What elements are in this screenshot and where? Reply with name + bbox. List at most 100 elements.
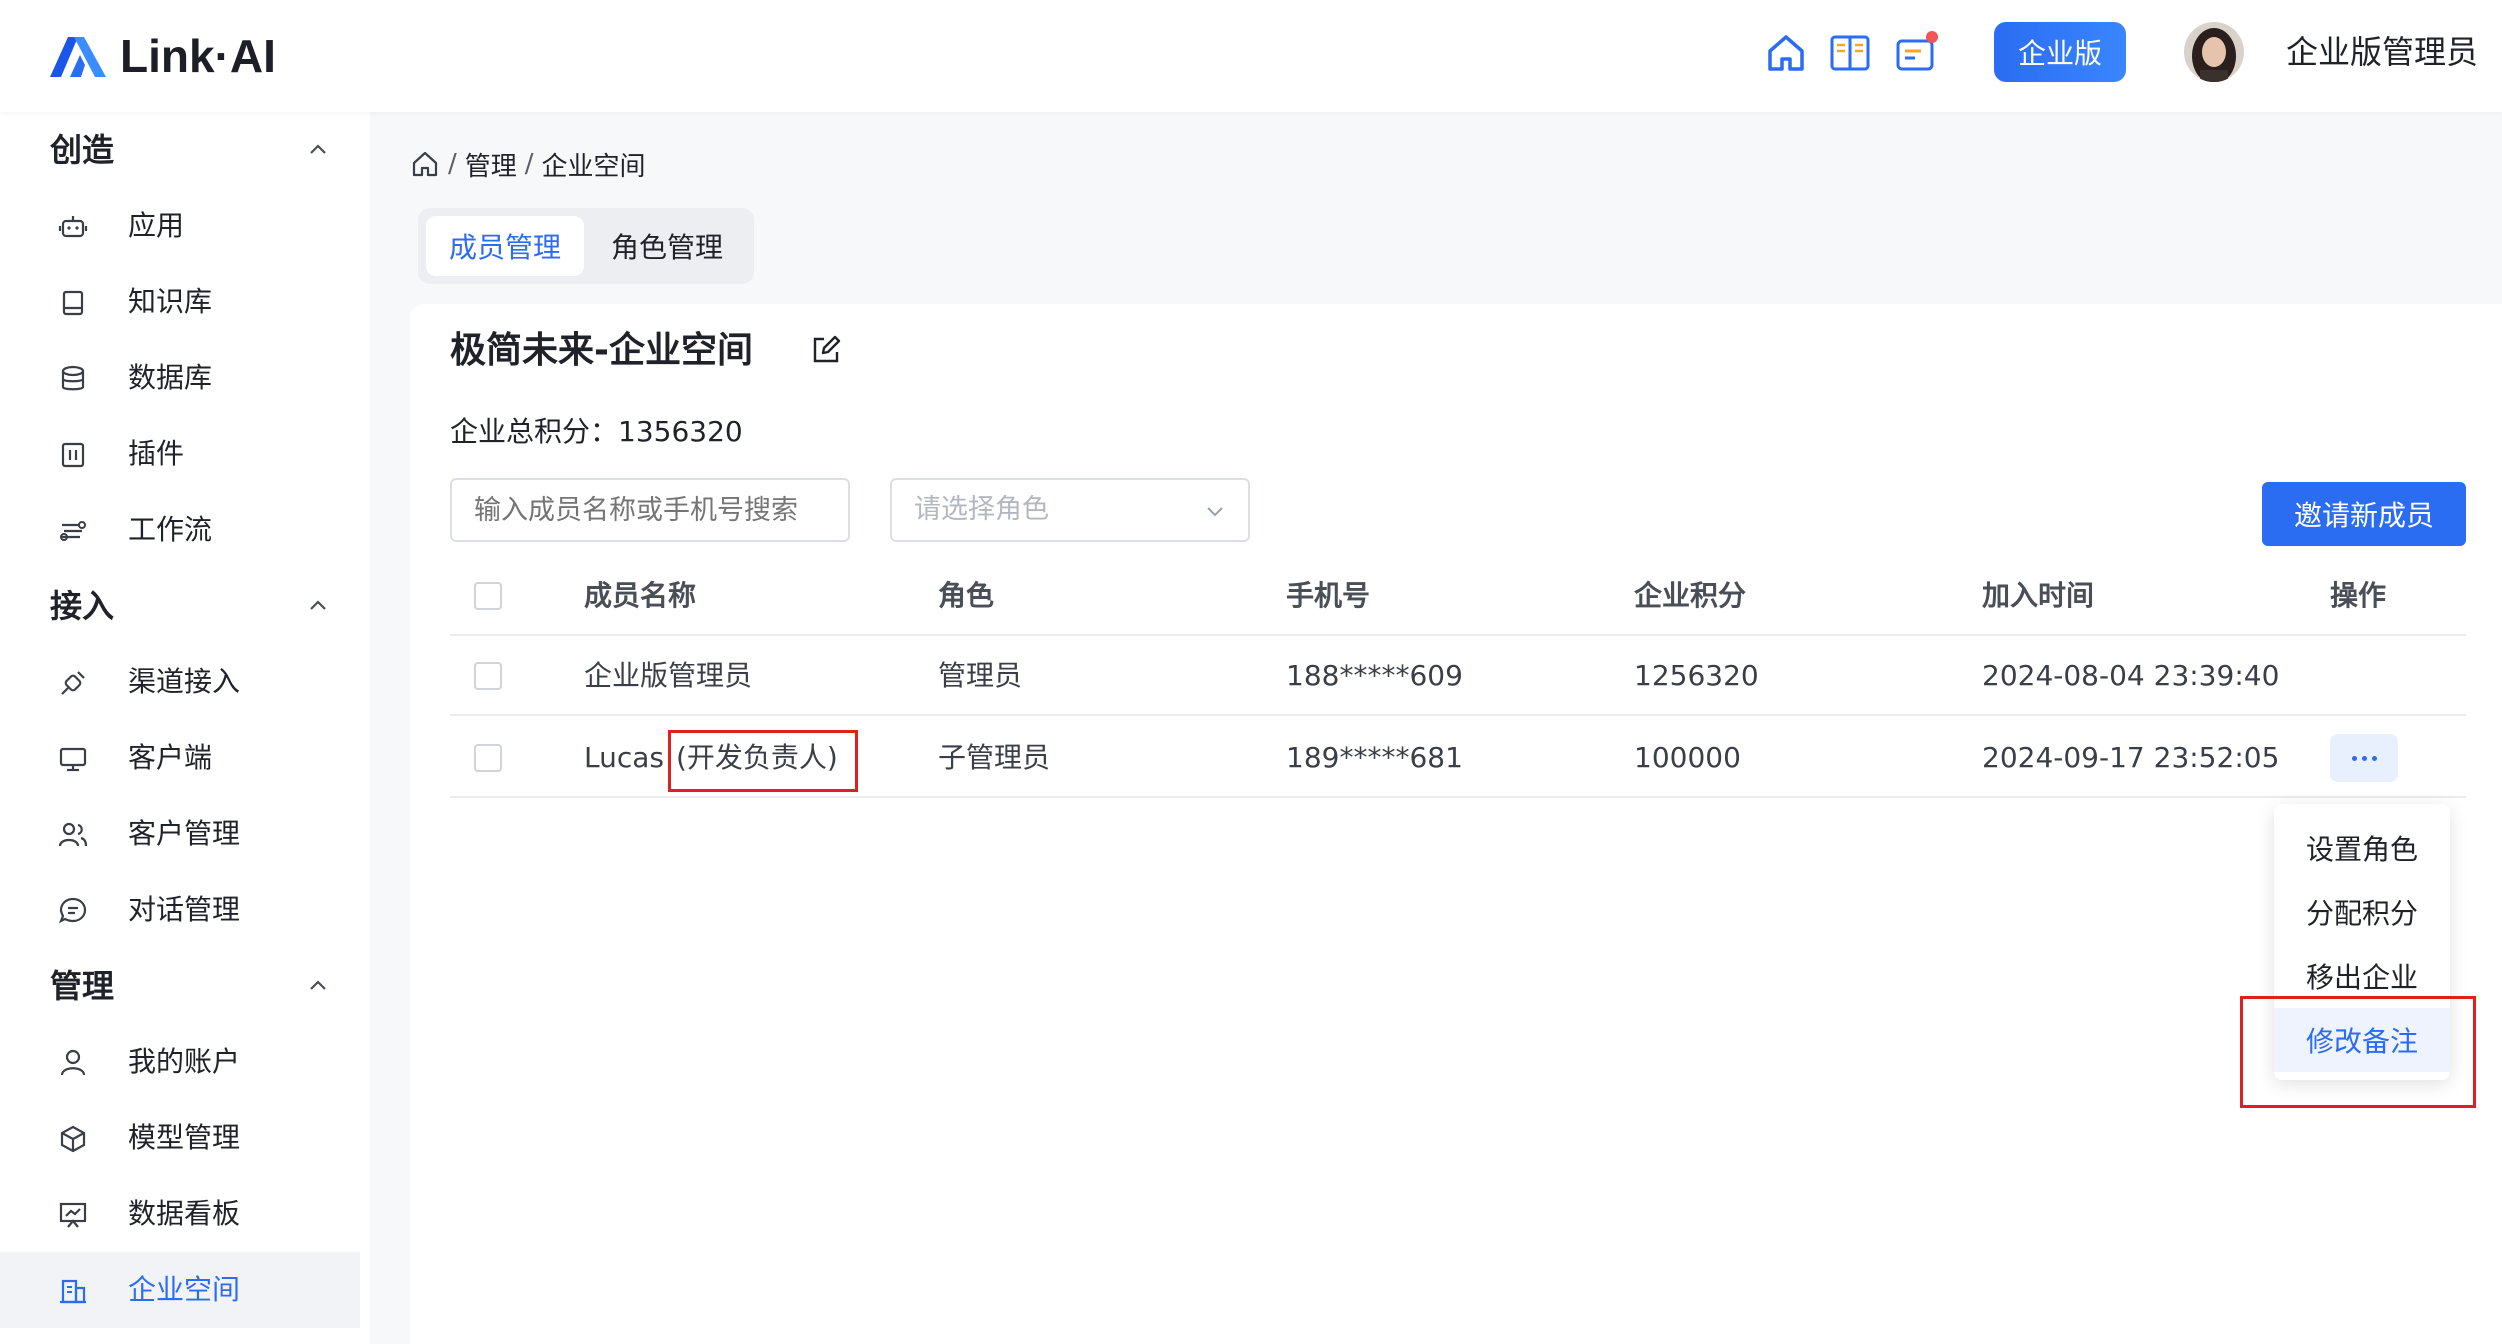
sidebar-item-label: 模型管理 (128, 1121, 241, 1154)
breadcrumb-separator: / (448, 149, 457, 179)
home-icon[interactable] (1764, 31, 1808, 75)
column-header-joined: 加入时间 (1982, 579, 2095, 612)
total-points-label: 企业总积分： (450, 415, 619, 448)
avatar[interactable] (2184, 22, 2244, 82)
breadcrumb-item-enterprise-space: 企业空间 (541, 151, 646, 182)
logo-text: Link·AI (120, 30, 276, 82)
dot (2371, 755, 2377, 761)
dot (2351, 755, 2357, 761)
tab-member-management[interactable]: 成员管理 (426, 216, 584, 276)
cell-phone: 189*****681 (1286, 741, 1463, 774)
building-icon (58, 1276, 88, 1306)
divider (450, 796, 2466, 798)
breadcrumb-item-manage[interactable]: 管理 (465, 146, 517, 183)
user-name[interactable]: 企业版管理员 (2286, 30, 2478, 74)
dashboard-icon (58, 1200, 88, 1230)
plug-icon (58, 668, 88, 698)
column-header-role: 角色 (938, 579, 995, 612)
chevron-down-icon (1204, 500, 1226, 522)
sidebar-item-label: 数据库 (128, 361, 213, 394)
database-icon (58, 364, 88, 394)
column-header-points: 企业积分 (1634, 579, 1747, 612)
chevron-up-icon[interactable] (306, 974, 330, 998)
breadcrumb: / 管理 / 企业空间 (410, 144, 646, 184)
invite-member-button[interactable]: 邀请新成员 (2262, 482, 2466, 546)
sidebar-item-database[interactable]: 数据库 (0, 340, 360, 416)
sidebar-item-label: 客户管理 (128, 817, 241, 850)
sidebar-item-label: 工作流 (128, 513, 213, 546)
cell-joined: 2024-09-17 23:52:05 (1982, 741, 2280, 774)
cell-member-name: 企业版管理员 (584, 659, 753, 692)
divider (450, 634, 2466, 636)
chevron-up-icon[interactable] (306, 138, 330, 162)
select-all-checkbox[interactable] (474, 582, 502, 610)
tab-role-management[interactable]: 角色管理 (588, 216, 746, 276)
cell-joined: 2024-08-04 23:39:40 (1982, 659, 2280, 692)
sidebar-item-label: 渠道接入 (128, 665, 241, 698)
book-icon (58, 288, 88, 318)
content-card (410, 304, 2502, 1344)
note-highlight-box (668, 730, 858, 792)
cell-role: 管理员 (938, 659, 1023, 692)
plugin-icon (58, 440, 88, 470)
row-checkbox[interactable] (474, 662, 502, 690)
cell-points: 1256320 (1634, 659, 1759, 692)
sidebar-section-access[interactable]: 接入 (50, 584, 114, 628)
sidebar-item-plugins[interactable]: 插件 (0, 416, 360, 492)
sidebar-item-enterprise-space[interactable]: 企业空间 (0, 1252, 360, 1328)
cell-member-name: Lucas (584, 741, 664, 774)
column-header-phone: 手机号 (1286, 579, 1371, 612)
menu-item-set-role[interactable]: 设置角色 (2274, 816, 2450, 880)
edit-icon[interactable] (810, 334, 842, 366)
sidebar-item-dashboard[interactable]: 数据看板 (0, 1176, 360, 1252)
member-search-input[interactable] (450, 478, 850, 542)
more-actions-button[interactable] (2330, 734, 2398, 782)
cube-icon (58, 1124, 88, 1154)
sidebar-item-label: 插件 (128, 437, 185, 470)
total-points: 企业总积分：1356320 (450, 412, 743, 452)
top-header: Link·AI 企业版 企业版管理员 (0, 0, 2502, 112)
cell-role: 子管理员 (938, 741, 1051, 774)
menu-highlight-box (2240, 996, 2476, 1108)
sidebar-item-knowledge[interactable]: 知识库 (0, 264, 360, 340)
sidebar-item-channels[interactable]: 渠道接入 (0, 644, 360, 720)
menu-item-allocate-points[interactable]: 分配积分 (2274, 880, 2450, 944)
logo[interactable]: Link·AI (48, 28, 276, 84)
user-icon (58, 1048, 88, 1078)
sidebar-section-manage[interactable]: 管理 (50, 964, 114, 1008)
monitor-icon (58, 744, 88, 774)
sidebar-section-create[interactable]: 创造 (50, 128, 114, 172)
sidebar-item-label: 应用 (128, 209, 185, 242)
sidebar-item-clients[interactable]: 客户端 (0, 720, 360, 796)
sidebar-item-label: 数据看板 (128, 1197, 241, 1230)
breadcrumb-separator: / (524, 149, 534, 179)
role-select[interactable]: 请选择角色 (890, 478, 1250, 542)
role-select-placeholder: 请选择角色 (914, 494, 1049, 525)
message-icon[interactable] (1894, 31, 1938, 75)
row-checkbox[interactable] (474, 744, 502, 772)
sidebar-item-models[interactable]: 模型管理 (0, 1100, 360, 1176)
chat-icon (58, 896, 88, 926)
page-title: 极简未来-企业空间 (450, 330, 753, 371)
sidebar-item-label: 知识库 (128, 285, 213, 318)
sidebar-item-label: 对话管理 (128, 893, 241, 926)
sidebar-item-conversations[interactable]: 对话管理 (0, 872, 360, 948)
sidebar-item-account[interactable]: 我的账户 (0, 1024, 360, 1100)
logo-mark-icon (50, 37, 106, 77)
cell-phone: 188*****609 (1286, 659, 1463, 692)
workflow-icon (58, 516, 88, 546)
enterprise-badge[interactable]: 企业版 (1994, 22, 2126, 82)
total-points-value: 1356320 (618, 415, 743, 448)
book-icon[interactable] (1828, 31, 1872, 75)
sidebar-item-label: 企业空间 (128, 1273, 241, 1306)
robot-icon (58, 212, 88, 242)
sidebar-item-apps[interactable]: 应用 (0, 188, 360, 264)
home-icon[interactable] (410, 149, 440, 179)
sidebar-item-workflow[interactable]: 工作流 (0, 492, 360, 568)
chevron-up-icon[interactable] (306, 594, 330, 618)
tab-bar: 成员管理 角色管理 (418, 208, 754, 284)
column-header-actions: 操作 (2330, 579, 2387, 612)
cell-points: 100000 (1634, 741, 1741, 774)
users-icon (58, 820, 88, 850)
sidebar-item-customers[interactable]: 客户管理 (0, 796, 360, 872)
